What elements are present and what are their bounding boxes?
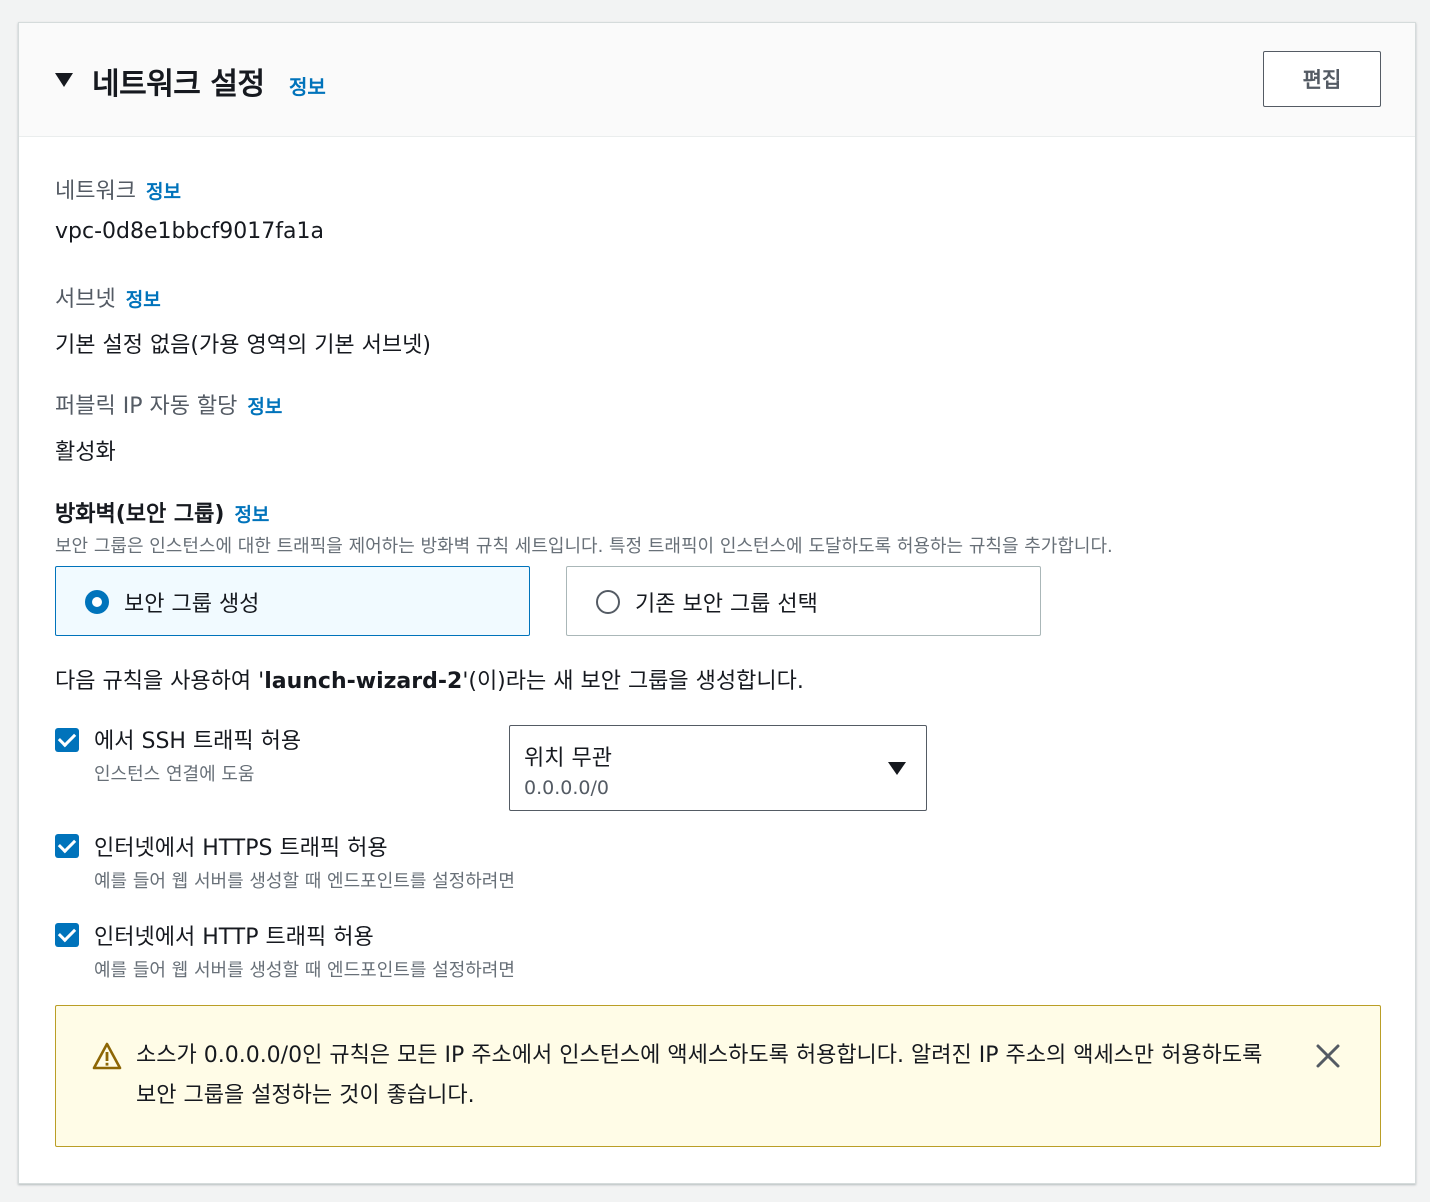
public-ip-info-link[interactable]: 정보	[247, 396, 282, 418]
network-settings-panel: 네트워크 설정 정보 편집 네트워크 정보 vpc-0d8e1bbcf9017fa…	[18, 22, 1416, 1184]
firewall-title-text: 방화벽(보안 그룹)	[55, 502, 225, 527]
http-checkbox[interactable]	[55, 923, 79, 947]
ssh-rule-description: 인스턴스 연결에 도움	[94, 764, 255, 785]
http-rule-description: 예를 들어 웹 서버를 생성할 때 엔드포인트를 설정하려면	[94, 960, 515, 981]
radio-create-label: 보안 그룹 생성	[124, 592, 260, 617]
public-ip-label: 퍼블릭 IP 자동 할당 정보	[55, 388, 282, 420]
firewall-info-link[interactable]: 정보	[234, 504, 269, 526]
network-label-text: 네트워크	[55, 179, 136, 204]
ssh-rule-label: 에서 SSH 트래픽 허용	[94, 729, 302, 754]
header-info-link[interactable]: 정보	[289, 71, 326, 100]
group-name: launch-wizard-2	[264, 669, 463, 694]
radio-selected-icon	[85, 590, 109, 614]
create-prefix: 다음 규칙을 사용하여 '	[55, 669, 265, 694]
firewall-title: 방화벽(보안 그룹) 정보	[55, 496, 269, 528]
ssh-source-selected: 위치 무관	[524, 746, 612, 771]
ssh-checkbox[interactable]	[55, 728, 79, 752]
https-checkbox[interactable]	[55, 834, 79, 858]
firewall-description: 보안 그룹은 인스턴스에 대한 트래픽을 제어하는 방화벽 규칙 세트입니다. …	[55, 536, 1113, 557]
radio-select-existing-group[interactable]: 기존 보안 그룹 선택	[566, 566, 1041, 636]
create-suffix: '(이)라는 새 보안 그룹을 생성합니다.	[462, 669, 804, 694]
warning-text: 소스가 0.0.0.0/0인 규칙은 모든 IP 주소에서 인스턴스에 액세스하…	[136, 1043, 1263, 1108]
http-rule-label: 인터넷에서 HTTP 트래픽 허용	[94, 925, 374, 950]
network-label: 네트워크 정보	[55, 173, 181, 205]
close-icon[interactable]	[1314, 1042, 1342, 1070]
subnet-info-link[interactable]: 정보	[126, 289, 161, 311]
https-rule-label: 인터넷에서 HTTPS 트래픽 허용	[94, 836, 388, 861]
collapse-caret-icon[interactable]	[55, 73, 73, 87]
subnet-value: 기본 설정 없음(가용 영역의 기본 서브넷)	[55, 333, 431, 358]
dropdown-caret-icon	[888, 762, 906, 775]
create-group-text: 다음 규칙을 사용하여 'launch-wizard-2'(이)라는 새 보안 …	[55, 663, 804, 695]
subnet-label: 서브넷 정보	[55, 281, 161, 313]
subnet-label-text: 서브넷	[55, 287, 116, 312]
network-value: vpc-0d8e1bbcf9017fa1a	[55, 219, 324, 244]
https-rule-description: 예를 들어 웹 서버를 생성할 때 엔드포인트를 설정하려면	[94, 871, 515, 892]
public-ip-label-text: 퍼블릭 IP 자동 할당	[55, 394, 238, 419]
panel-title: 네트워크 설정	[92, 67, 265, 102]
radio-existing-label: 기존 보안 그룹 선택	[635, 592, 818, 617]
ssh-source-cidr: 0.0.0.0/0	[524, 777, 609, 799]
warning-icon	[92, 1042, 122, 1070]
radio-unselected-icon	[596, 590, 620, 614]
radio-create-security-group[interactable]: 보안 그룹 생성	[55, 566, 530, 636]
edit-button[interactable]: 편집	[1263, 51, 1381, 107]
public-ip-value: 활성화	[55, 440, 116, 465]
network-info-link[interactable]: 정보	[146, 181, 181, 203]
panel-header: 네트워크 설정 정보 편집	[19, 23, 1415, 137]
warning-alert: 소스가 0.0.0.0/0인 규칙은 모든 IP 주소에서 인스턴스에 액세스하…	[55, 1005, 1381, 1147]
ssh-source-select[interactable]: 위치 무관 0.0.0.0/0	[509, 725, 927, 811]
